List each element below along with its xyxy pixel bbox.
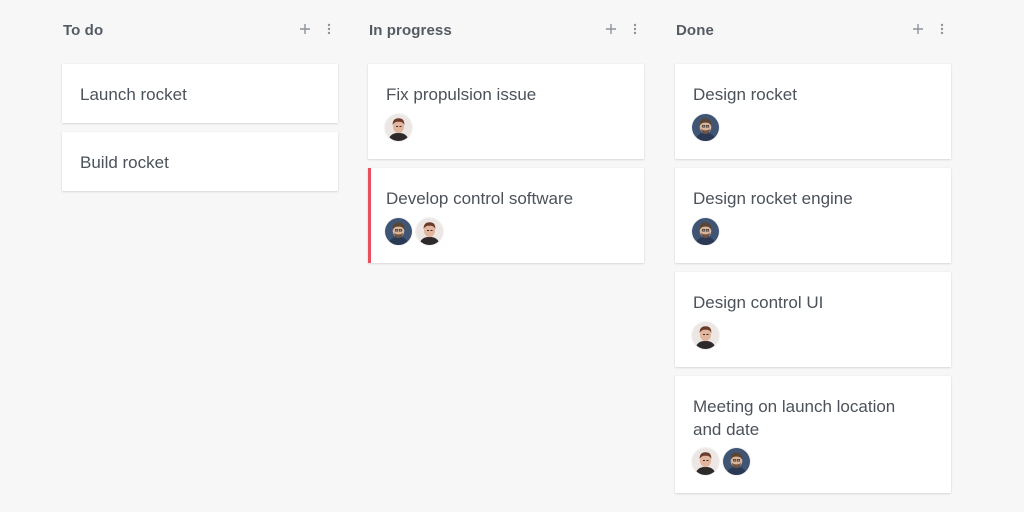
task-card-title: Launch rocket — [80, 85, 187, 104]
avatar[interactable] — [692, 114, 719, 141]
avatar[interactable] — [385, 218, 412, 245]
column-header: Done — [675, 0, 951, 64]
task-card[interactable]: Build rocket — [62, 132, 338, 191]
task-card-title: Design control UI — [693, 293, 824, 312]
plus-icon — [299, 22, 311, 40]
column-actions — [604, 22, 642, 40]
task-card-title: Develop control software — [386, 189, 574, 208]
add-card-button[interactable] — [298, 22, 312, 40]
task-card[interactable]: Design rocket — [675, 64, 951, 159]
column-done: Done Design rocket Design rocket engine Des… — [675, 0, 951, 502]
avatar[interactable] — [692, 322, 719, 349]
avatar[interactable] — [692, 218, 719, 245]
task-card-title: Build rocket — [80, 153, 169, 172]
task-card[interactable]: Meeting on launch location and date — [675, 376, 951, 493]
assignee-list — [692, 114, 719, 141]
column-actions — [911, 22, 949, 40]
add-card-button[interactable] — [911, 22, 925, 40]
task-card-title: Fix propulsion issue — [386, 85, 537, 104]
column-header: To do — [62, 0, 338, 64]
avatar[interactable] — [723, 448, 750, 475]
task-card[interactable]: Fix propulsion issue — [368, 64, 644, 159]
avatar[interactable] — [385, 114, 412, 141]
plus-icon — [605, 22, 617, 40]
assignee-list — [385, 114, 412, 141]
assignee-list — [692, 448, 750, 475]
column-menu-button[interactable] — [628, 22, 642, 40]
task-card-title: Design rocket engine — [693, 189, 853, 208]
task-card[interactable]: Design control UI — [675, 272, 951, 367]
column-menu-button[interactable] — [935, 22, 949, 40]
task-card-title: Meeting on launch location and date — [693, 397, 896, 439]
task-card[interactable]: Design rocket engine — [675, 168, 951, 263]
column-to-do: To do Launch rocket Build rocket — [62, 0, 338, 200]
column-title: To do — [63, 22, 104, 39]
column-menu-button[interactable] — [322, 22, 336, 40]
column-actions — [298, 22, 336, 40]
task-card-title: Design rocket — [693, 85, 797, 104]
task-card[interactable]: Launch rocket — [62, 64, 338, 123]
avatar[interactable] — [692, 448, 719, 475]
assignee-list — [385, 218, 443, 245]
task-card[interactable]: Develop control software — [368, 168, 644, 263]
column-title: Done — [676, 22, 714, 39]
more-vertical-icon — [327, 22, 331, 40]
add-card-button[interactable] — [604, 22, 618, 40]
column-header: In progress — [368, 0, 644, 64]
column-in-progress: In progress Fix propulsion issue Develop c… — [368, 0, 644, 272]
more-vertical-icon — [940, 22, 944, 40]
assignee-list — [692, 322, 719, 349]
column-title: In progress — [369, 22, 452, 39]
plus-icon — [912, 22, 924, 40]
avatar[interactable] — [416, 218, 443, 245]
assignee-list — [692, 218, 719, 245]
more-vertical-icon — [633, 22, 637, 40]
